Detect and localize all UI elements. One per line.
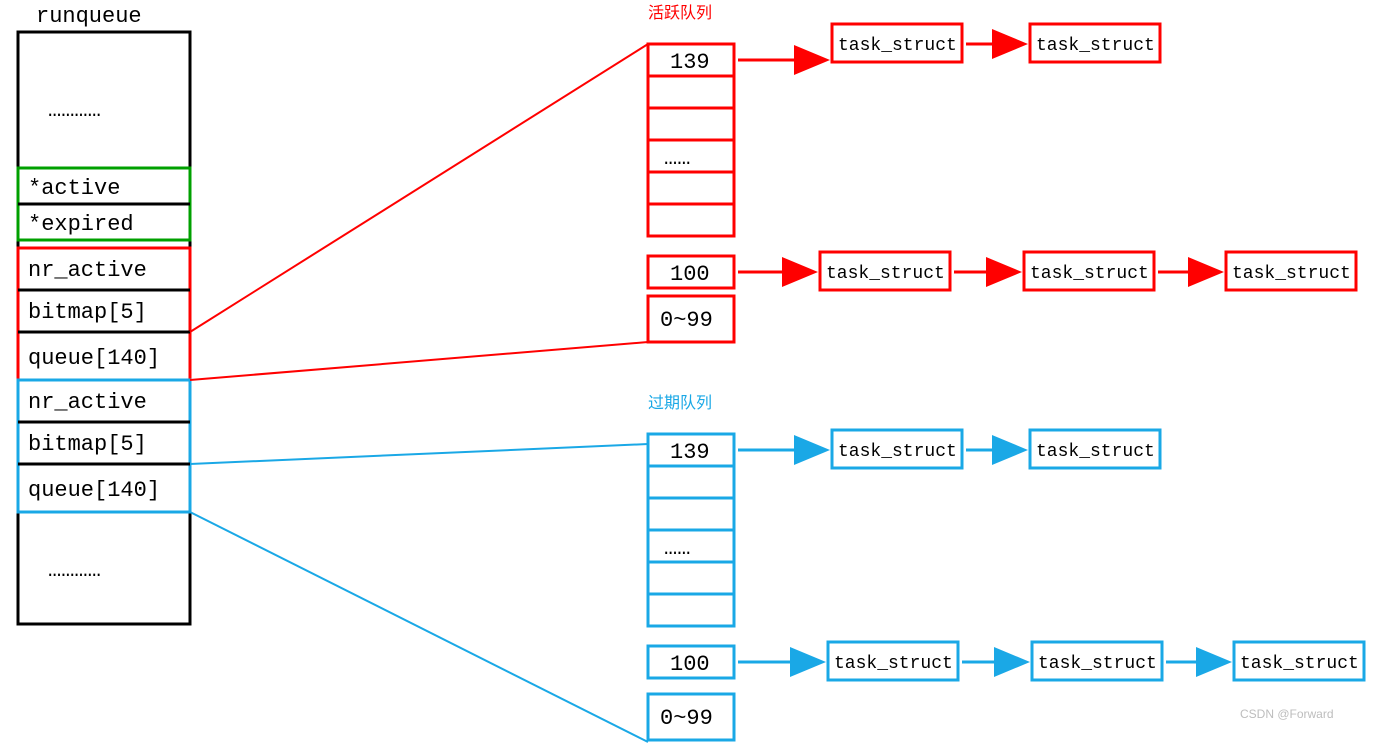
runqueue-dots-bottom: ………… xyxy=(48,558,101,583)
svg-text:100: 100 xyxy=(670,262,710,287)
cell-expired-label: *expired xyxy=(28,212,134,237)
svg-text:……: …… xyxy=(664,536,690,561)
expired-queue-array: 139 …… 100 0~99 xyxy=(648,434,734,740)
svg-text:task_struct: task_struct xyxy=(1232,264,1351,284)
cell-bitmap-2-label: bitmap[5] xyxy=(28,432,147,457)
svg-text:task_struct: task_struct xyxy=(838,442,957,462)
runqueue-dots-top: ………… xyxy=(48,98,101,123)
svg-text:0~99: 0~99 xyxy=(660,308,713,333)
svg-text:task_struct: task_struct xyxy=(834,654,953,674)
cell-nr-active-1-label: nr_active xyxy=(28,258,147,283)
conn-blue-bottom xyxy=(190,512,648,742)
watermark: CSDN @Forward xyxy=(1240,707,1334,721)
expired-queue-title: 过期队列 xyxy=(648,394,712,412)
runqueue-outline xyxy=(18,32,190,624)
svg-text:task_struct: task_struct xyxy=(1038,654,1157,674)
cell-queue-2-label: queue[140] xyxy=(28,478,160,503)
runqueue-title: runqueue xyxy=(36,4,142,29)
svg-text:139: 139 xyxy=(670,50,710,75)
svg-text:task_struct: task_struct xyxy=(826,264,945,284)
svg-text:……: …… xyxy=(664,146,690,171)
active-queue-array: 139 …… 100 0~99 xyxy=(648,44,734,342)
svg-text:task_struct: task_struct xyxy=(838,36,957,56)
cell-bitmap-1-label: bitmap[5] xyxy=(28,300,147,325)
svg-text:0~99: 0~99 xyxy=(660,706,713,731)
svg-text:139: 139 xyxy=(670,440,710,465)
conn-red-top xyxy=(190,44,648,332)
cell-active-label: *active xyxy=(28,176,120,201)
cell-nr-active-2-label: nr_active xyxy=(28,390,147,415)
conn-red-bottom xyxy=(190,342,648,380)
active-queue-title: 活跃队列 xyxy=(648,4,712,22)
conn-blue-top xyxy=(190,444,648,464)
svg-text:task_struct: task_struct xyxy=(1036,442,1155,462)
svg-text:100: 100 xyxy=(670,652,710,677)
svg-text:task_struct: task_struct xyxy=(1036,36,1155,56)
cell-queue-1-label: queue[140] xyxy=(28,346,160,371)
svg-text:task_struct: task_struct xyxy=(1030,264,1149,284)
svg-text:task_struct: task_struct xyxy=(1240,654,1359,674)
